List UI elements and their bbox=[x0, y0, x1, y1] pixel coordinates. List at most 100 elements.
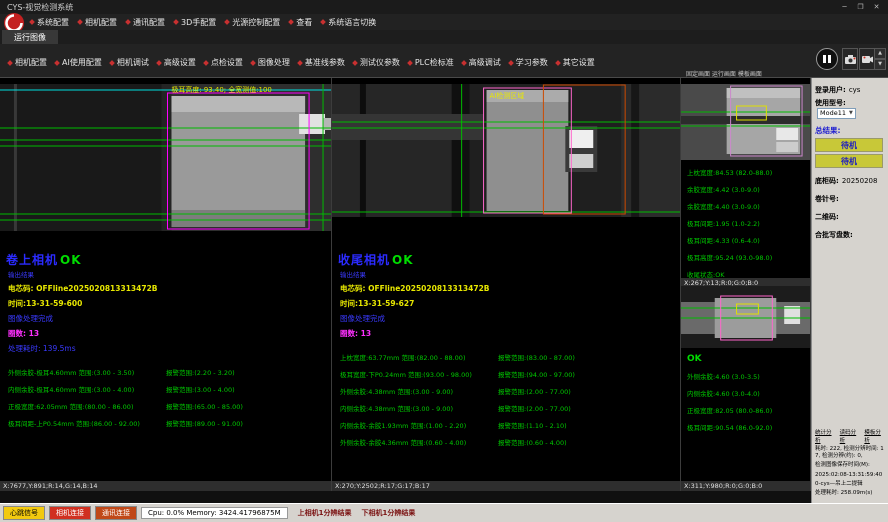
preview-line: 极耳高度:95.24 (93.0-98.0) bbox=[687, 252, 810, 262]
stats-line: 耗时: 222, 检测分辨时间: 17, 检测分辨(约): 0, bbox=[815, 446, 886, 460]
left-process-status: 图像处理完成 bbox=[8, 313, 331, 324]
center-turns: 圈数: 13 bbox=[340, 328, 680, 339]
center-barcode: 电芯码: OFFline2025020813313472B bbox=[340, 283, 680, 294]
login-row: 登录用户: cys bbox=[815, 85, 885, 95]
statistics-tabs: 统计分析 读码分析 模板分析 bbox=[815, 428, 886, 444]
measurement-value: 上枕宽度:63.77mm 范围:(82.00 - 88.00) bbox=[340, 352, 492, 362]
camera-icon bbox=[845, 55, 856, 64]
stats-tab[interactable]: 统计分析 bbox=[815, 428, 837, 444]
tool-baseline-params[interactable]: 基准线参数 bbox=[298, 57, 345, 68]
tool-plc-standard[interactable]: PLC检标准 bbox=[408, 57, 454, 68]
left-time: 时间:13-31-59-600 bbox=[8, 298, 331, 309]
menu-item-language-switch[interactable]: 系统语言切换 bbox=[321, 17, 376, 28]
measurement-alarm: 报警范围:(3.00 - 4.00) bbox=[166, 384, 235, 394]
preview-line: 余胶宽度:4.42 (3.0-9.0) bbox=[687, 184, 810, 194]
tool-advanced-debug[interactable]: 高级调试 bbox=[462, 57, 501, 68]
tool-camera-debug[interactable]: 相机调试 bbox=[110, 57, 149, 68]
diamond-bullet-icon bbox=[297, 60, 303, 66]
preview-line: 余胶宽度:4.40 (3.0-9.0) bbox=[687, 201, 810, 211]
diamond-bullet-icon bbox=[7, 60, 13, 66]
camera-record-button[interactable] bbox=[859, 48, 875, 70]
tool-tester-params[interactable]: 测试仪参数 bbox=[353, 57, 400, 68]
camera-snapshot-button[interactable] bbox=[842, 48, 858, 70]
tool-ai-config[interactable]: AI使用配置 bbox=[55, 57, 102, 68]
needle-row: 卷针号: bbox=[815, 194, 885, 204]
center-camera-status: OK bbox=[392, 253, 414, 267]
close-button[interactable]: ✕ bbox=[869, 1, 884, 13]
tabbar: 运行图像 bbox=[0, 30, 888, 44]
stats-line: 处理耗时: 258.09m(s) bbox=[815, 490, 886, 497]
diamond-bullet-icon bbox=[461, 60, 467, 66]
left-camera-subtitle: 输出结果 bbox=[8, 269, 331, 279]
cpu-memory-readout: Cpu: 0.0% Memory: 3424.41796875M bbox=[141, 507, 288, 519]
measurement-alarm: 报警范围:(65.00 - 85.00) bbox=[166, 401, 243, 411]
chevron-down-icon: ▼ bbox=[849, 109, 853, 118]
spin-up-button[interactable]: ▲ bbox=[874, 48, 886, 59]
diamond-bullet-icon bbox=[77, 19, 83, 25]
preview-line: 极耳间距:90.54 (86.0-92.0) bbox=[687, 422, 810, 432]
measurement-value: 极耳宽度-下P0.24mm 范围:(93.00 - 98.00) bbox=[340, 369, 492, 379]
measurement-row: 内侧余胶-余胶1.93mm 范围:(1.00 - 2.20)报警范围:(1.10… bbox=[340, 420, 680, 430]
disk-row: 合批写盘数: bbox=[815, 230, 885, 240]
status-bar: 心跳信号 相机连接 通讯连接 Cpu: 0.0% Memory: 3424.41… bbox=[0, 503, 888, 522]
preview-bottom-image[interactable] bbox=[681, 286, 810, 348]
preview-line: 极耳间距:1.95 (1.0-2.2) bbox=[687, 218, 810, 228]
menu-item-light-config[interactable]: 光源控制配置 bbox=[225, 17, 280, 28]
tab-run-image[interactable]: 运行图像 bbox=[2, 30, 58, 44]
measurement-value: 极耳间距-上P0.54mm 范围:(86.00 - 92.00) bbox=[8, 418, 160, 428]
tool-advanced-settings[interactable]: 高级设置 bbox=[157, 57, 196, 68]
minimize-button[interactable]: ─ bbox=[837, 1, 852, 13]
statistics-block: 统计分析 读码分析 模板分析 耗时: 222, 检测分辨时间: 17, 检测分辨… bbox=[815, 428, 886, 497]
stats-tab[interactable]: 读码分析 bbox=[840, 428, 862, 444]
center-camera-panel: AI检测区域 收尾相机OK 输出结果 电芯码: OFFline202502081… bbox=[332, 78, 681, 491]
result-status-box: 待机 bbox=[815, 138, 883, 152]
spin-down-button[interactable]: ▼ bbox=[874, 59, 886, 70]
menu-item-comm-config[interactable]: 通讯配置 bbox=[126, 17, 165, 28]
measurement-alarm: 报警范围:(0.60 - 4.00) bbox=[498, 437, 567, 447]
tool-other-settings[interactable]: 其它设置 bbox=[556, 57, 595, 68]
diamond-bullet-icon bbox=[29, 19, 35, 25]
menu-item-view[interactable]: 查看 bbox=[289, 17, 312, 28]
measurement-row: 外侧余胶:4.38mm 范围:(3.00 - 9.00)报警范围:(2.00 -… bbox=[340, 386, 680, 396]
center-camera-image[interactable]: AI检测区域 bbox=[332, 84, 680, 217]
stats-tab[interactable]: 模板分析 bbox=[864, 428, 886, 444]
diamond-bullet-icon bbox=[203, 60, 209, 66]
model-select[interactable]: Mode11 ▼ bbox=[817, 108, 856, 119]
left-camera-image[interactable]: 极耳高度: 93.40; 全宽测值:100 bbox=[0, 84, 331, 231]
measurement-value: 外侧余胶:4.38mm 范围:(3.00 - 9.00) bbox=[340, 386, 492, 396]
menu-item-system-config[interactable]: 系统配置 bbox=[30, 17, 69, 28]
video-camera-icon bbox=[862, 55, 873, 64]
preview-line: 正极宽度:82.05 (80.0-86.0) bbox=[687, 405, 810, 415]
comm-link-indicator: 通讯连接 bbox=[95, 506, 137, 520]
tool-spot-check[interactable]: 点检设置 bbox=[204, 57, 243, 68]
measurement-alarm: 报警范围:(1.10 - 2.10) bbox=[498, 420, 567, 430]
measurement-row: 内侧余胶-极耳4.60mm 范围:(3.00 - 4.00)报警范围:(3.00… bbox=[8, 384, 331, 394]
measurement-row: 内侧余胶:4.38mm 范围:(3.00 - 9.00)报警范围:(2.00 -… bbox=[340, 403, 680, 413]
pause-button[interactable] bbox=[816, 48, 838, 70]
app-window: CYS-视觉检测系统 ─ ❐ ✕ 系统配置 相机配置 通讯配置 3D手配置 光源… bbox=[0, 0, 888, 522]
preview-line: 极耳间距:4.33 (0.6-4.0) bbox=[687, 235, 810, 245]
tool-image-process[interactable]: 图像处理 bbox=[251, 57, 290, 68]
titlebar: CYS-视觉检测系统 ─ ❐ ✕ bbox=[0, 0, 888, 14]
measurement-row: 极耳间距-上P0.54mm 范围:(86.00 - 92.00)报警范围:(89… bbox=[8, 418, 331, 428]
upper-camera-result-label: 上相机1分辨结果 bbox=[298, 508, 352, 518]
measurement-row: 上枕宽度:63.77mm 范围:(82.00 - 88.00)报警范围:(83.… bbox=[340, 352, 680, 362]
diamond-bullet-icon bbox=[224, 19, 230, 25]
preview-bottom-block: OK 外侧余胶:4.60 (3.0-3.5) 内侧余胶:4.60 (3.0-4.… bbox=[681, 286, 810, 432]
tool-camera-config[interactable]: 相机配置 bbox=[8, 57, 47, 68]
stats-line: 0-cys—吊上二提辑 bbox=[815, 481, 886, 488]
batch-label: 底柜码: bbox=[815, 176, 839, 186]
measurement-row: 极耳宽度-下P0.24mm 范围:(93.00 - 98.00)报警范围:(94… bbox=[340, 369, 680, 379]
left-camera-panel: 极耳高度: 93.40; 全宽测值:100 卷上相机OK 输出结果 电芯码: O… bbox=[0, 78, 332, 491]
maximize-button[interactable]: ❐ bbox=[853, 1, 868, 13]
tool-learn-params[interactable]: 学习参数 bbox=[509, 57, 548, 68]
model-label: 使用型号: bbox=[815, 98, 846, 108]
diamond-bullet-icon bbox=[320, 19, 326, 25]
needle-label: 卷针号: bbox=[815, 194, 839, 204]
menu-item-3d-config[interactable]: 3D手配置 bbox=[174, 17, 216, 28]
center-pixel-coordinates: X:270;Y:2502;R:17;G:17;B:17 bbox=[332, 481, 680, 491]
window-title: CYS-视觉检测系统 bbox=[7, 2, 73, 13]
preview-bottom-status: OK bbox=[687, 354, 810, 364]
preview-top-image[interactable] bbox=[681, 84, 810, 160]
menu-item-camera-config[interactable]: 相机配置 bbox=[78, 17, 117, 28]
